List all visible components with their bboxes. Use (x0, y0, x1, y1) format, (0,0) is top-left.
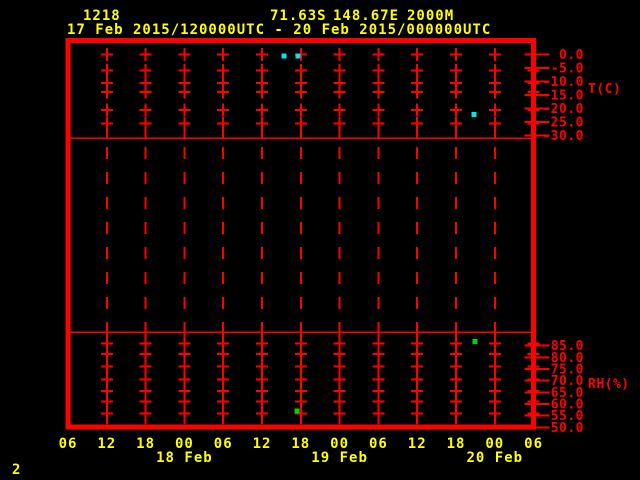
forecast-period: 17 Feb 2015/120000UTC - 20 Feb 2015/0000… (67, 22, 491, 38)
temp-axis-title: T(C) (588, 82, 621, 97)
temp-obs-dot (471, 111, 477, 117)
x-tick-label: 06 (214, 436, 233, 452)
page-number: 2 (12, 462, 21, 478)
x-tick-label: 12 (97, 436, 116, 452)
date-label: 18 Feb (156, 450, 213, 466)
x-tick-label: 06 (524, 436, 543, 452)
meteogram-plot: 1218 71.63S 148.67E 2000M 17 Feb 2015/12… (0, 0, 640, 480)
rh-obs-dot (294, 408, 300, 414)
rh-obs-dot (472, 339, 478, 345)
grid-dash-columns (105, 147, 496, 332)
rh-tick-label: 50.0 (551, 421, 584, 436)
x-tick-label: 12 (253, 436, 272, 452)
x-tick-label: 18 (447, 436, 466, 452)
x-tick-label: 18 (291, 436, 310, 452)
temp-obs-dot (281, 53, 287, 59)
rh-axis-title: RH(%) (588, 377, 630, 392)
x-tick-label: 06 (59, 436, 78, 452)
x-tick-label: 12 (408, 436, 427, 452)
temp-obs-dot (295, 53, 301, 59)
x-tick-label: 06 (369, 436, 388, 452)
date-label: 20 Feb (467, 450, 524, 466)
date-label: 19 Feb (311, 450, 368, 466)
x-tick-label: 18 (136, 436, 155, 452)
time-axis-labels: 06 12 18 00 06 12 18 00 06 12 18 00 0618 Feb 19 Feb 20… (59, 436, 543, 466)
temp-tick-label: -30.0 (542, 129, 584, 144)
plus-mark-columns (100, 47, 540, 424)
